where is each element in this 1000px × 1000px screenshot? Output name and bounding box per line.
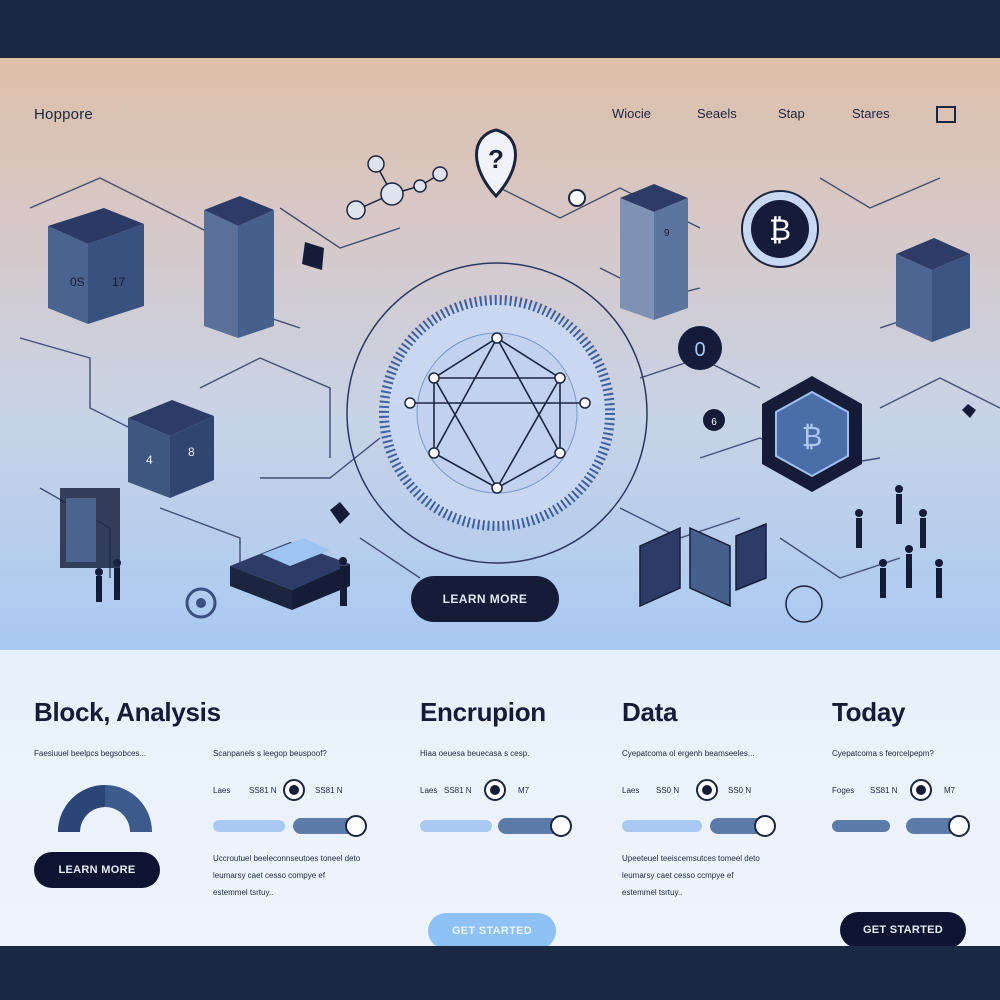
pillar-label: 9: [664, 228, 670, 239]
card-subtitle: Scanpanels s leegop beuspoof?: [213, 749, 327, 758]
zero-coin-icon: 0: [694, 339, 705, 361]
bitcoin-hex-icon: ₿: [802, 420, 823, 453]
nav-item-4[interactable]: Stares: [852, 106, 890, 121]
card-description: Uccroutuel beeleconnseutoes toneel deto …: [213, 854, 361, 897]
bitcoin-icon: ₿: [769, 213, 791, 248]
nav-item-2[interactable]: Seaels: [697, 106, 737, 121]
slider-min-label: Laes: [622, 786, 640, 795]
card-block-analysis: Block, Analysis Faesiuuel beelpcs begsob…: [34, 650, 234, 946]
digit-badge: 6: [711, 417, 717, 428]
gauge-icon: [58, 785, 152, 832]
logo[interactable]: Hoppore: [34, 106, 93, 123]
hero-learn-more-button[interactable]: LEARN MORE: [411, 576, 559, 622]
page-frame: ? 0S 17 4 8 9 ₿ ₿ 0 6 Hoppore Wiocie Sea…: [0, 58, 1000, 946]
card-title: Data: [622, 697, 678, 727]
slider-knob[interactable]: [283, 779, 305, 801]
card-encryption: Encrupion Hiaa oeuesa beuecasa s cesp. L…: [420, 650, 600, 946]
range-slider[interactable]: Laes SS0 N SS0 N: [622, 779, 782, 803]
cube-label-a: 0S: [70, 275, 85, 289]
cube-mid-label-b: 8: [188, 445, 195, 459]
range-slider[interactable]: Laes SS81 N M7: [420, 779, 580, 803]
slider-mid-label: SS81 N: [870, 786, 898, 795]
card-subtitle: Faesiuuel beelpcs begsobces...: [34, 749, 147, 758]
slider-max-label: SS81 N: [315, 786, 343, 795]
slider-knob[interactable]: [696, 779, 718, 801]
progress-track: [622, 820, 702, 832]
slider-max-label: M7: [944, 786, 956, 795]
feature-cards-section: Block, Analysis Faesiuuel beelpcs begsob…: [0, 650, 1000, 946]
toggle-slider[interactable]: [293, 815, 367, 837]
get-started-button[interactable]: GET STARTED: [428, 913, 556, 946]
menu-square-icon[interactable]: [936, 106, 956, 123]
cube-label-b: 17: [112, 275, 126, 289]
slider-min-label: Foges: [832, 786, 855, 795]
card-title: Today: [832, 697, 906, 727]
slider-max-label: M7: [518, 786, 530, 795]
card-data: Data Cyepatcoma ol ergenh beamseeles... …: [622, 650, 802, 946]
learn-more-button[interactable]: LEARN MORE: [34, 852, 160, 888]
slider-mid-label: SS0 N: [656, 786, 680, 795]
card-today: Today Cyepatcoma s feorcelpepm? Foges SS…: [832, 650, 982, 946]
question-mark-icon: ?: [488, 144, 504, 174]
card-description: Upeeteuel teeiscemsutces tomeel deto leu…: [622, 854, 760, 897]
card-slider-a: Scanpanels s leegop beuspoof? Laes SS81 …: [213, 650, 383, 946]
nav-item-1[interactable]: Wiocie: [612, 106, 651, 121]
slider-min-label: Laes: [213, 786, 231, 795]
slider-mid-label: SS81 N: [249, 786, 277, 795]
cube-mid-label-a: 4: [146, 453, 153, 467]
slider-max-label: SS0 N: [728, 786, 752, 795]
hero-section: ? 0S 17 4 8 9 ₿ ₿ 0 6 Hoppore Wiocie Sea…: [0, 58, 1000, 650]
nav-item-3[interactable]: Stap: [778, 106, 805, 121]
slider-min-label: Laes: [420, 786, 438, 795]
toggle-slider[interactable]: [498, 815, 572, 837]
progress-track: [420, 820, 492, 832]
slider-mid-label: SS81 N: [444, 786, 472, 795]
card-subtitle: Hiaa oeuesa beuecasa s cesp.: [420, 749, 530, 758]
card-subtitle: Cyepatcoma s feorcelpepm?: [832, 749, 934, 758]
card-subtitle: Cyepatcoma ol ergenh beamseeles...: [622, 749, 755, 758]
range-slider[interactable]: Foges SS81 N M7: [832, 779, 972, 803]
progress-track: [832, 820, 890, 832]
get-started-button[interactable]: GET STARTED: [840, 912, 966, 946]
slider-knob[interactable]: [484, 779, 506, 801]
toggle-slider[interactable]: [906, 815, 970, 837]
toggle-slider[interactable]: [710, 815, 776, 837]
blockchain-illustration: ? 0S 17 4 8 9 ₿ ₿ 0 6: [19, 128, 1000, 623]
card-title: Block, Analysis: [34, 697, 221, 727]
card-title: Encrupion: [420, 697, 546, 727]
progress-track: [213, 820, 285, 832]
slider-knob[interactable]: [910, 779, 932, 801]
range-slider[interactable]: Laes SS81 N SS81 N: [213, 779, 373, 803]
